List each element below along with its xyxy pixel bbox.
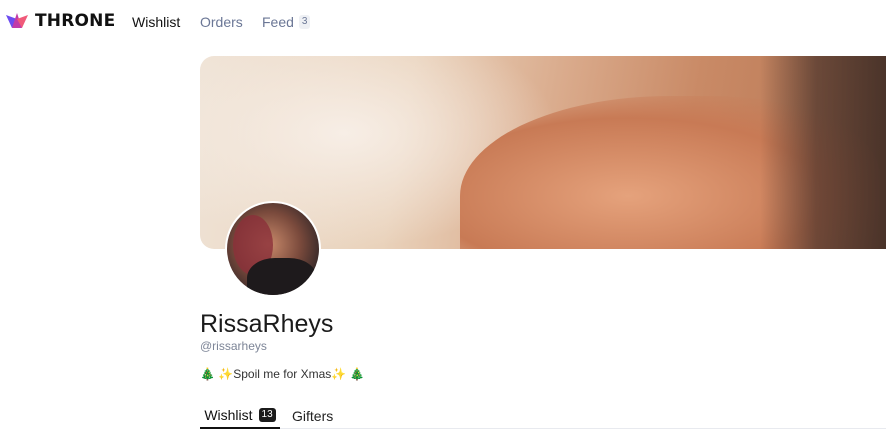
wishlist-count-badge: 13 xyxy=(258,408,276,422)
nav-feed[interactable]: Feed 3 xyxy=(262,14,311,30)
top-navigation-bar: THRONE Wishlist Orders Feed 3 xyxy=(0,0,886,44)
brand-name: THRONE xyxy=(35,11,116,31)
tab-wishlist-label: Wishlist xyxy=(204,407,253,423)
profile-name: RissaRheys xyxy=(200,310,334,338)
tab-wishlist[interactable]: Wishlist 13 xyxy=(200,403,280,429)
tab-gifters-label: Gifters xyxy=(292,408,334,424)
profile-avatar[interactable] xyxy=(225,201,321,297)
profile-bio: 🎄 ✨Spoil me for Xmas✨ 🎄 xyxy=(200,367,365,381)
avatar-detail xyxy=(247,258,317,295)
tab-gifters[interactable]: Gifters xyxy=(292,403,333,429)
crown-logo-icon xyxy=(5,11,29,31)
nav-wishlist[interactable]: Wishlist xyxy=(132,14,180,30)
profile-handle: @rissarheys xyxy=(200,339,267,353)
profile-tabs: Wishlist 13 Gifters xyxy=(200,396,886,429)
feed-count-badge: 3 xyxy=(298,15,311,29)
nav-orders[interactable]: Orders xyxy=(200,14,243,30)
cover-shadow xyxy=(760,56,886,249)
nav-feed-label: Feed xyxy=(262,14,294,30)
throne-logo[interactable]: THRONE xyxy=(5,11,115,31)
